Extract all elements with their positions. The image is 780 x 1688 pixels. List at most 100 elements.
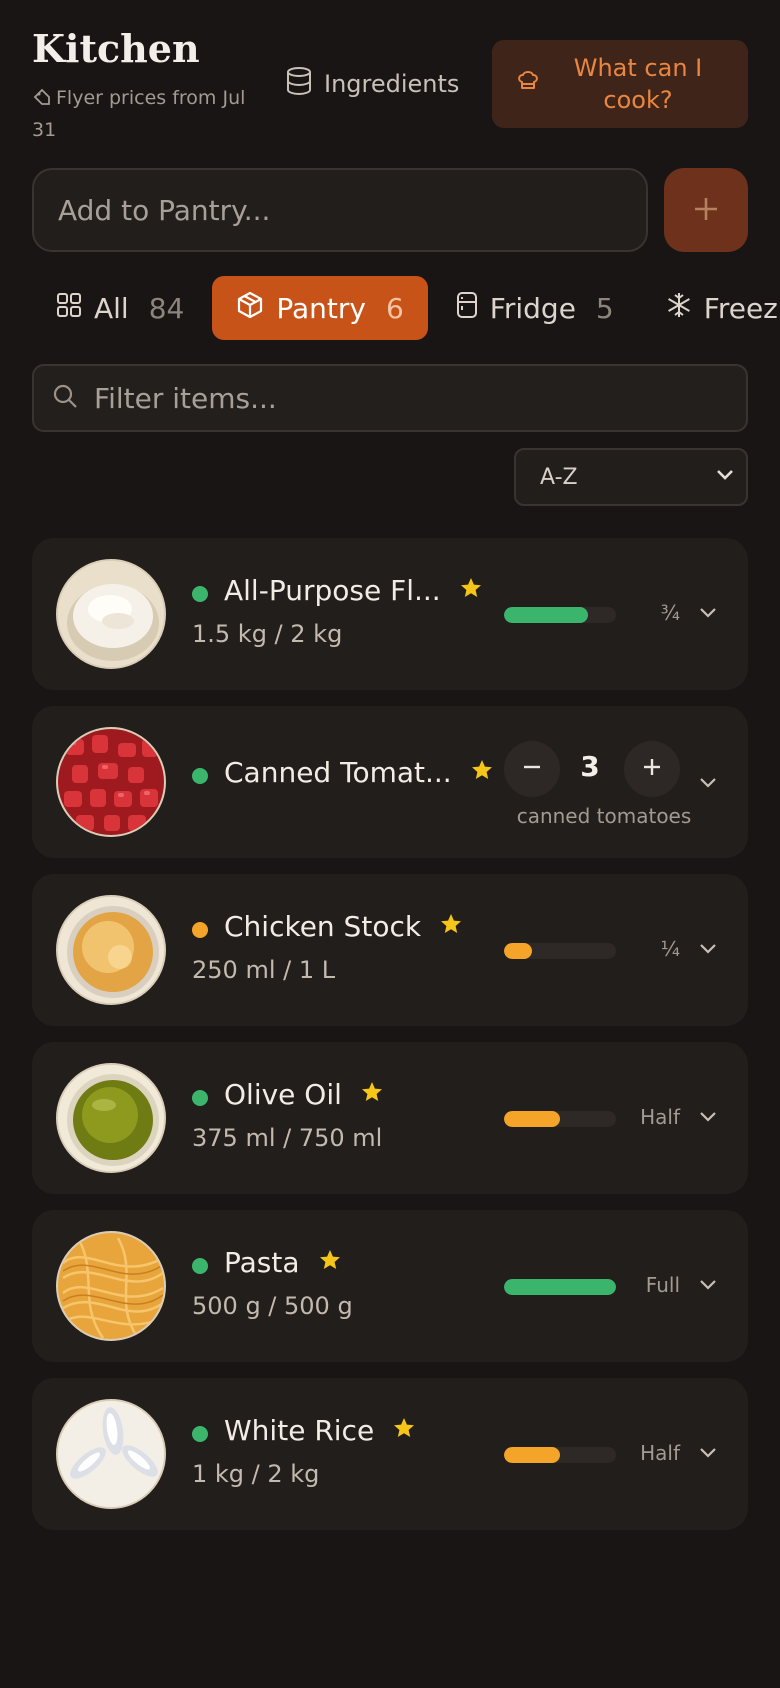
ingredients-label: Ingredients (324, 70, 460, 98)
plus-icon (641, 756, 663, 782)
item-name-row: All-Purpose Fl... (224, 574, 483, 607)
item-name-row: Chicken Stock (224, 910, 463, 943)
status-dot (192, 922, 208, 938)
chef-hat-icon (516, 68, 540, 100)
stepper-value: 3 (580, 750, 600, 783)
item-quantity: 375 ml / 750 ml (192, 1124, 383, 1152)
level-label: Full (645, 1273, 680, 1297)
level-bar (504, 1279, 616, 1295)
status-dot (192, 1426, 208, 1442)
star-icon[interactable] (360, 1078, 384, 1111)
level-bar-fill (504, 1279, 616, 1295)
level-bar (504, 1447, 616, 1463)
what-can-i-cook-button[interactable]: What can I cook? (492, 40, 748, 128)
fridge-icon (456, 291, 478, 326)
item-card-pasta[interactable]: Pasta 500 g / 500 g Full (32, 1210, 748, 1362)
item-name-row: Canned Tomat... (224, 756, 494, 789)
add-to-pantry-input[interactable] (32, 168, 648, 252)
tab-fridge-count: 5 (595, 291, 614, 325)
item-name: White Rice (224, 1414, 375, 1447)
expand-chevron-icon[interactable] (696, 1272, 720, 1296)
expand-chevron-icon[interactable] (696, 1104, 720, 1128)
level-bar-fill (504, 943, 532, 959)
olive-oil-image (56, 1063, 166, 1173)
star-icon[interactable] (318, 1246, 342, 1279)
tab-pantry[interactable]: Pantry 6 (212, 276, 428, 340)
search-icon (52, 383, 78, 413)
chicken-stock-image (56, 895, 166, 1005)
white-rice-image (56, 1399, 166, 1509)
tab-fridge-label: Fridge (489, 291, 576, 325)
minus-icon (521, 756, 543, 782)
sort-value: A-Z (540, 464, 578, 490)
increment-button[interactable] (624, 741, 680, 797)
tag-icon (32, 87, 52, 116)
item-name: Pasta (224, 1246, 300, 1279)
level-bar (504, 943, 616, 959)
tab-all-label: All (94, 291, 129, 325)
tab-freezer[interactable]: Freez (642, 276, 780, 340)
item-name-row: Pasta (224, 1246, 342, 1279)
status-dot (192, 586, 208, 602)
item-card-olive-oil[interactable]: Olive Oil 375 ml / 750 ml Half (32, 1042, 748, 1194)
sort-select[interactable]: A-Z (514, 448, 748, 506)
item-name: Chicken Stock (224, 910, 422, 943)
star-icon[interactable] (459, 574, 483, 607)
item-quantity: 1.5 kg / 2 kg (192, 620, 343, 648)
flour-image (56, 559, 166, 669)
chevron-down-icon (714, 463, 736, 491)
filter-input[interactable] (94, 381, 746, 415)
expand-chevron-icon[interactable] (696, 600, 720, 624)
star-icon[interactable] (392, 1414, 416, 1447)
flyer-note: Flyer prices from Jul 31 (32, 84, 262, 145)
star-icon[interactable] (470, 756, 494, 789)
tab-freezer-label: Freez (703, 291, 778, 325)
item-quantity: 1 kg / 2 kg (192, 1460, 320, 1488)
tab-pantry-label: Pantry (276, 291, 366, 325)
decrement-button[interactable] (504, 741, 560, 797)
expand-chevron-icon[interactable] (696, 936, 720, 960)
stepper-unit: canned tomatoes (516, 804, 692, 828)
snowflake-icon (666, 292, 692, 325)
item-name: All-Purpose Fl... (224, 574, 441, 607)
plus-icon (692, 195, 720, 226)
item-name-row: White Rice (224, 1414, 416, 1447)
level-bar-fill (504, 607, 588, 623)
pasta-image (56, 1231, 166, 1341)
app-title: Kitchen (32, 26, 200, 71)
level-label: ¼ (660, 937, 680, 961)
item-card-chicken-stock[interactable]: Chicken Stock 250 ml / 1 L ¼ (32, 874, 748, 1026)
cook-label: What can I cook? (573, 54, 703, 114)
level-bar-fill (504, 1111, 560, 1127)
expand-chevron-icon[interactable] (696, 1440, 720, 1464)
database-icon (286, 67, 312, 101)
level-label: Half (640, 1105, 680, 1129)
star-icon[interactable] (439, 910, 463, 943)
status-dot (192, 1258, 208, 1274)
item-quantity: 500 g / 500 g (192, 1292, 353, 1320)
status-dot (192, 768, 208, 784)
location-tabs: All 84 Pantry 6 Fridge 5 Freez (32, 276, 780, 340)
level-bar-fill (504, 1447, 560, 1463)
level-bar (504, 1111, 616, 1127)
item-card-flour[interactable]: All-Purpose Fl... 1.5 kg / 2 kg ¾ (32, 538, 748, 690)
item-name: Canned Tomat... (224, 756, 452, 789)
tab-all[interactable]: All 84 (32, 276, 208, 340)
level-label: Half (640, 1441, 680, 1465)
item-card-canned-tomatoes[interactable]: Canned Tomat... 3 canned tomatoes (32, 706, 748, 858)
item-name: Olive Oil (224, 1078, 342, 1111)
expand-chevron-icon[interactable] (696, 770, 720, 794)
item-name-row: Olive Oil (224, 1078, 384, 1111)
add-item-button[interactable] (664, 168, 748, 252)
ingredients-button[interactable]: Ingredients (286, 64, 459, 104)
item-card-white-rice[interactable]: White Rice 1 kg / 2 kg Half (32, 1378, 748, 1530)
tab-fridge[interactable]: Fridge 5 (432, 276, 638, 340)
status-dot (192, 1090, 208, 1106)
tab-pantry-count: 6 (385, 291, 404, 325)
level-bar (504, 607, 616, 623)
level-label: ¾ (660, 601, 680, 625)
item-quantity: 250 ml / 1 L (192, 956, 336, 984)
tab-all-count: 84 (148, 291, 185, 325)
flyer-text: Flyer prices from Jul 31 (32, 87, 246, 141)
box-icon (236, 291, 264, 326)
